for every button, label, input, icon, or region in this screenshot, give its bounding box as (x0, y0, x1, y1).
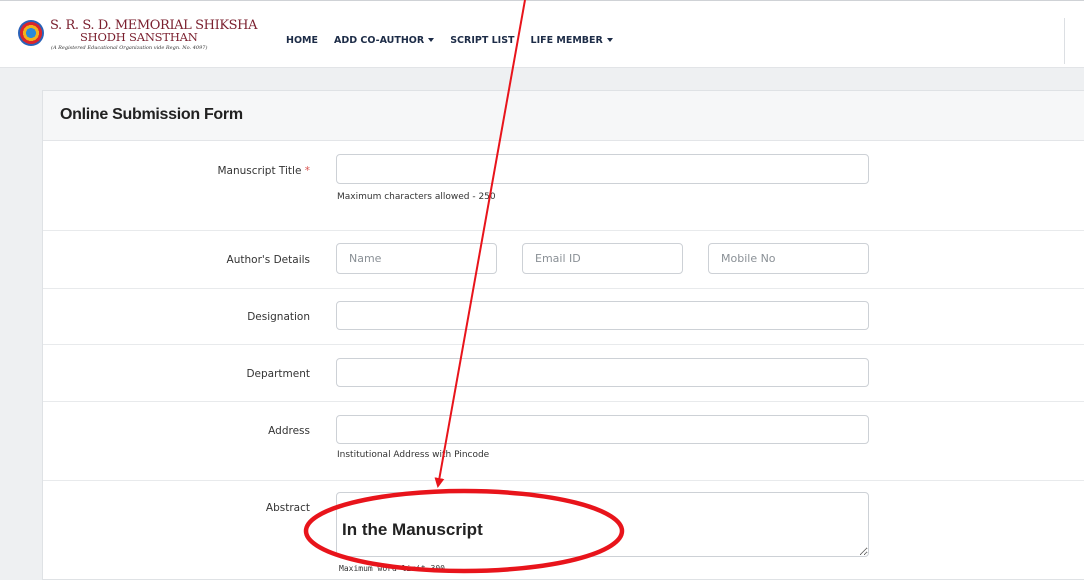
author-name-input[interactable] (336, 243, 497, 274)
logo-subtitle: (A Registered Educational Organization v… (51, 45, 208, 51)
row-divider (43, 401, 1084, 402)
caret-down-icon (428, 38, 435, 42)
author-email-input[interactable] (522, 243, 683, 274)
navbar-divider (1064, 18, 1065, 64)
nav-life-member[interactable]: LIFE MEMBER (531, 35, 613, 46)
row-divider (43, 288, 1084, 289)
nav-script-list[interactable]: SCRIPT LIST (450, 35, 514, 46)
main-nav: HOME ADD CO-AUTHOR SCRIPT LIST LIFE MEMB… (286, 33, 613, 47)
top-navbar: S. R. S. D. MEMORIAL SHIKSHA SHODH SANST… (0, 0, 1084, 68)
department-label: Department (246, 368, 310, 380)
address-label: Address (268, 425, 310, 437)
caret-down-icon (606, 38, 613, 42)
address-input[interactable] (336, 415, 869, 444)
row-divider (43, 480, 1084, 481)
abstract-help: Maximum word limit 300 (339, 564, 445, 573)
row-divider (43, 230, 1084, 231)
annotation-text: In the Manuscript (342, 520, 483, 539)
nav-home-label: HOME (286, 34, 318, 46)
nav-home[interactable]: HOME (286, 35, 318, 46)
nav-add-co-author-label: ADD CO-AUTHOR (333, 34, 425, 46)
address-help: Institutional Address with Pincode (337, 450, 490, 460)
site-logo[interactable]: S. R. S. D. MEMORIAL SHIKSHA SHODH SANST… (18, 18, 268, 58)
designation-label: Designation (247, 311, 310, 323)
submission-form-card: Online Submission Form Manuscript Title … (42, 90, 1084, 580)
manuscript-title-help: Maximum characters allowed - 250 (337, 192, 496, 202)
emblem-icon (18, 20, 44, 46)
card-header: Online Submission Form (43, 91, 1084, 141)
nav-life-member-label: LIFE MEMBER (530, 34, 603, 46)
top-border (0, 0, 1084, 1)
form-title: Online Submission Form (60, 106, 243, 123)
department-input[interactable] (336, 358, 869, 387)
nav-add-co-author[interactable]: ADD CO-AUTHOR (333, 34, 435, 46)
logo-title-line2: SHODH SANSTHAN (80, 30, 198, 44)
manuscript-title-input[interactable] (336, 154, 869, 184)
required-mark: * (304, 165, 310, 177)
abstract-label: Abstract (265, 502, 310, 514)
designation-input[interactable] (336, 301, 869, 330)
row-divider (43, 344, 1084, 345)
nav-script-list-label: SCRIPT LIST (450, 34, 515, 46)
author-mobile-input[interactable] (708, 243, 869, 274)
manuscript-title-label-text: Manuscript Title (217, 165, 302, 177)
authors-details-label: Author's Details (226, 254, 310, 266)
manuscript-title-label: Manuscript Title * (218, 165, 311, 177)
